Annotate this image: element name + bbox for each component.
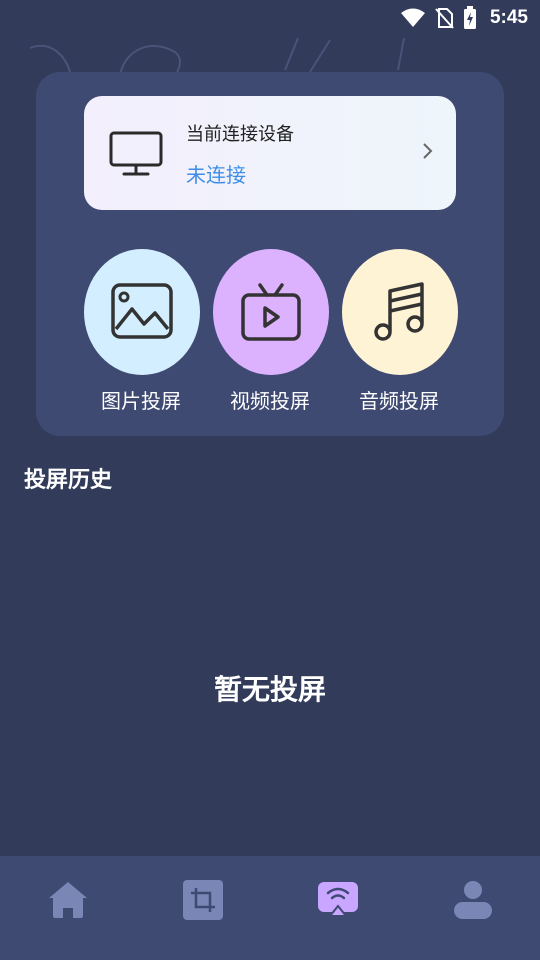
audio-cast-label: 音频投屏	[359, 389, 439, 413]
video-cast-label: 视频投屏	[230, 389, 310, 413]
connected-device-card[interactable]: 当前连接设备 未连接	[84, 96, 456, 210]
bottom-tab-bar	[0, 856, 540, 960]
history-empty-text: 暂无投屏	[213, 673, 326, 706]
status-bar: 5:45	[0, 0, 540, 36]
device-status: 未连接	[186, 163, 246, 187]
image-cast-label: 图片投屏	[101, 389, 181, 413]
wifi-icon	[400, 8, 426, 28]
tab-home[interactable]	[0, 856, 135, 948]
tab-screencast[interactable]	[270, 856, 405, 948]
monitor-icon	[108, 130, 164, 182]
image-cast-circle	[84, 249, 200, 375]
device-title: 当前连接设备	[186, 124, 294, 145]
status-time: 5:45	[489, 7, 528, 28]
history-title: 投屏历史	[24, 468, 113, 493]
screencast-icon	[317, 882, 358, 922]
user-icon	[453, 880, 493, 924]
chevron-right-icon	[422, 142, 434, 164]
no-sim-icon	[434, 7, 454, 29]
audio-cast-circle	[342, 249, 458, 375]
crop-icon	[182, 880, 223, 924]
home-icon	[47, 880, 89, 924]
tab-crop[interactable]	[135, 856, 270, 948]
tab-profile[interactable]	[405, 856, 540, 948]
video-cast-circle	[213, 249, 329, 375]
battery-charging-icon	[462, 6, 478, 30]
